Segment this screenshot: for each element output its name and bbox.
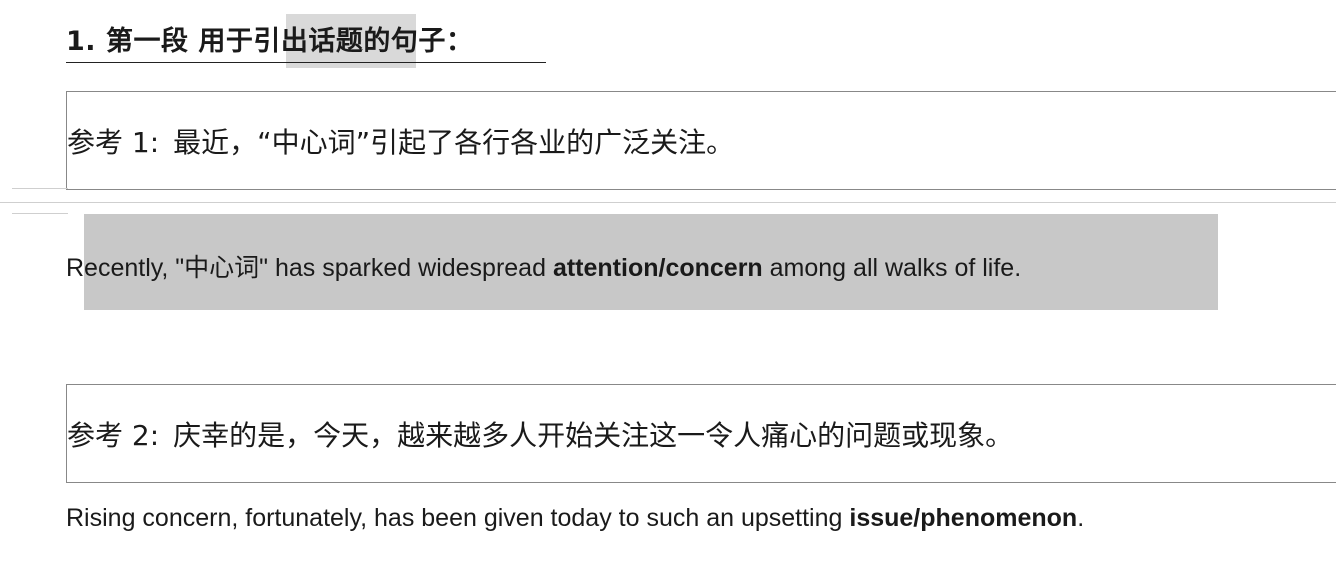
reference-1-label: 参考 1: xyxy=(67,125,160,159)
english-text: Rising concern, fortunately, has been gi… xyxy=(66,504,850,532)
section-heading: 1. 第一段 用于引出话题的句子： xyxy=(66,14,546,68)
english-text: . xyxy=(1077,504,1085,532)
reference-2-english: Rising concern, fortunately, has been gi… xyxy=(66,504,1084,533)
guide-line xyxy=(12,188,68,189)
guide-line xyxy=(0,202,1336,203)
english-text: among all walks of life. xyxy=(762,254,1022,282)
guide-line xyxy=(12,213,68,214)
reference-2-box: 参考 2: 庆幸的是，今天，越来越多人开始关注这一令人痛心的问题或现象。 xyxy=(66,384,1336,483)
reference-1-english: Recently, "中心词" has sparked widespread a… xyxy=(66,248,1021,284)
keyword: issue/phenomenon xyxy=(849,504,1078,532)
reference-1-chinese: 最近，“中心词”引起了各行各业的广泛关注。 xyxy=(173,125,735,159)
reference-2-label: 参考 2: xyxy=(67,418,160,452)
english-text: Recently, "中心词" has sparked widespread xyxy=(66,254,553,282)
reference-1-box: 参考 1: 最近，“中心词”引起了各行各业的广泛关注。 xyxy=(66,91,1336,190)
heading-text: 1. 第一段 用于引出话题的句子： xyxy=(66,26,474,57)
reference-2-chinese: 庆幸的是，今天，越来越多人开始关注这一令人痛心的问题或现象。 xyxy=(173,418,1014,452)
keyword: attention/concern xyxy=(552,254,763,282)
